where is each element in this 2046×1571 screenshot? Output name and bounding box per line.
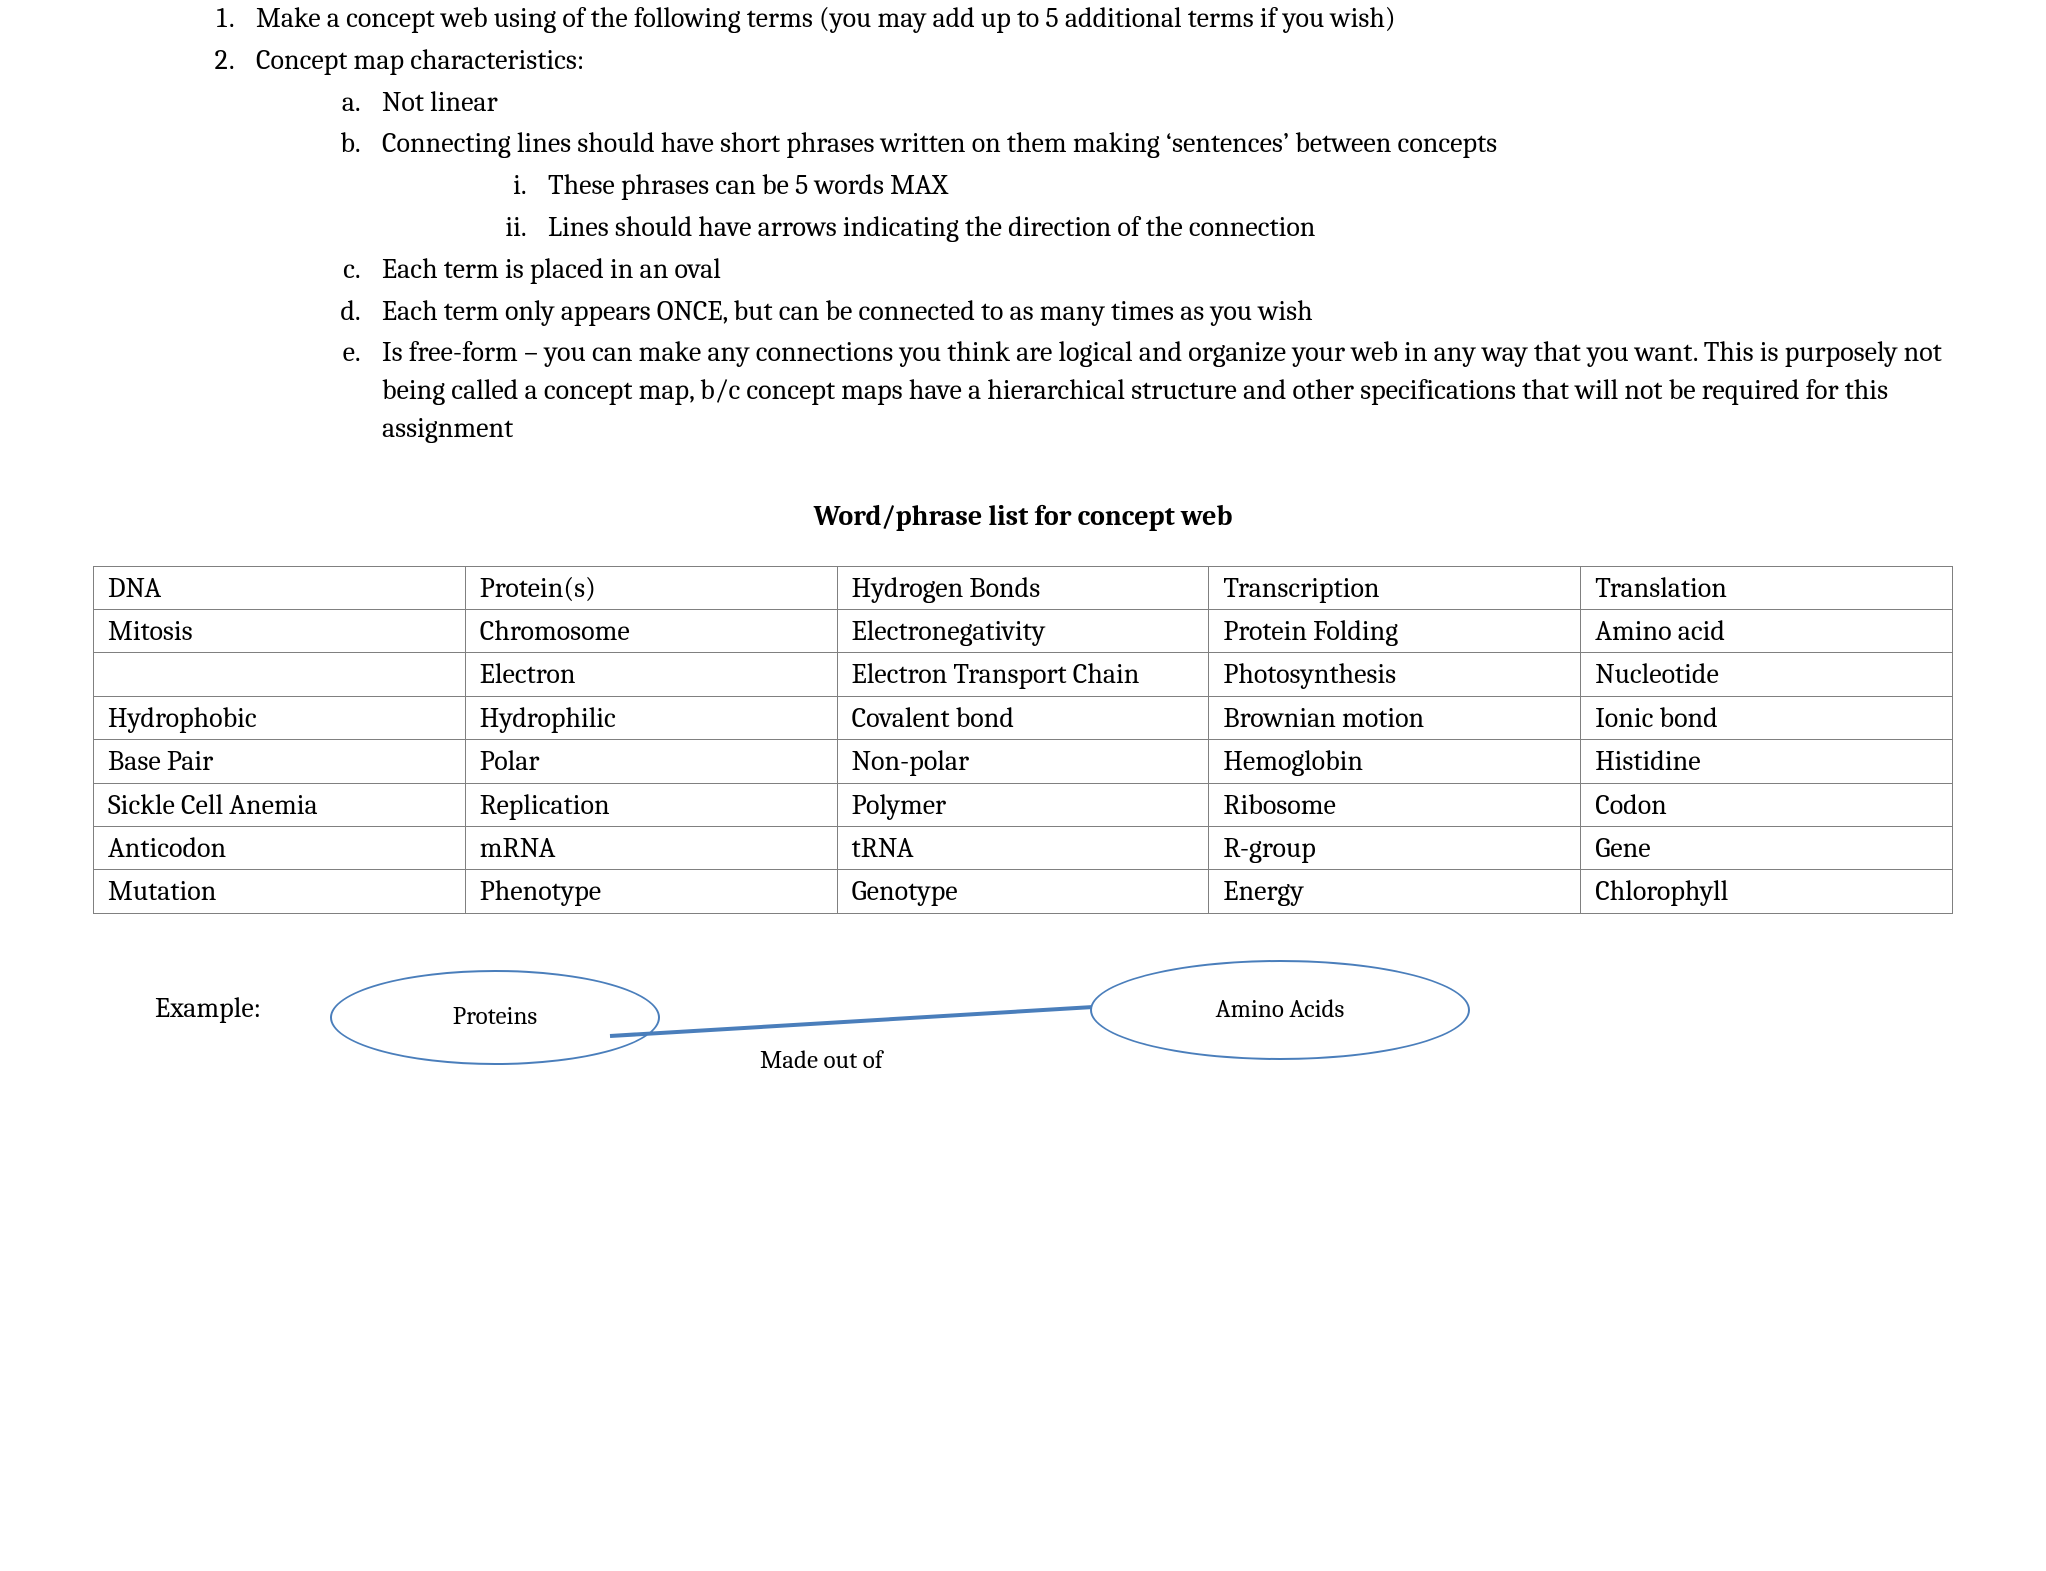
table-cell: Sickle Cell Anemia: [94, 783, 466, 826]
table-row: Hydrophobic Hydrophilic Covalent bond Br…: [94, 696, 1953, 739]
table-row: Mutation Phenotype Genotype Energy Chlor…: [94, 870, 1953, 913]
sub-e-text: Is free-form – you can make any connecti…: [382, 336, 1942, 444]
table-row: Anticodon mRNA tRNA R-group Gene: [94, 826, 1953, 869]
table-cell: Brownian motion: [1209, 696, 1581, 739]
table-cell: Anticodon: [94, 826, 466, 869]
table-cell: tRNA: [837, 826, 1209, 869]
concept-bubble-amino-acids: Amino Acids: [1090, 960, 1470, 1060]
sub-d: Each term only appears ONCE, but can be …: [366, 293, 2006, 331]
table-cell: Histidine: [1581, 740, 1953, 783]
table-cell: Chromosome: [465, 609, 837, 652]
table-cell: Chlorophyll: [1581, 870, 1953, 913]
table-cell: Electronegativity: [837, 609, 1209, 652]
concept-bubble-proteins-text: Proteins: [453, 1000, 537, 1034]
sub-b-text: Connecting lines should have short phras…: [382, 127, 1497, 159]
sub-a-text: Not linear: [382, 86, 498, 118]
table-cell: Hydrophilic: [465, 696, 837, 739]
table-row: Base Pair Polar Non-polar Hemoglobin His…: [94, 740, 1953, 783]
table-cell: Amino acid: [1581, 609, 1953, 652]
alpha-sublist: Not linear Connecting lines should have …: [256, 84, 2006, 448]
sub-b-ii-text: Lines should have arrows indicating the …: [548, 211, 1315, 243]
table-cell: Non-polar: [837, 740, 1209, 783]
sub-e: Is free-form – you can make any connecti…: [366, 334, 2006, 447]
table-cell: mRNA: [465, 826, 837, 869]
example-diagram: Example: Proteins Made out of Amino Acid…: [40, 944, 2006, 1144]
sub-b: Connecting lines should have short phras…: [366, 125, 2006, 246]
word-list-heading: Word/phrase list for concept web: [40, 498, 2006, 536]
table-cell: Ionic bond: [1581, 696, 1953, 739]
table-row: Mitosis Chromosome Electronegativity Pro…: [94, 609, 1953, 652]
sub-c: Each term is placed in an oval: [366, 251, 2006, 289]
table-row: Sickle Cell Anemia Replication Polymer R…: [94, 783, 1953, 826]
table-row: DNA Protein(s) Hydrogen Bonds Transcript…: [94, 566, 1953, 609]
table-cell: Covalent bond: [837, 696, 1209, 739]
table-cell: Codon: [1581, 783, 1953, 826]
table-cell: Nucleotide: [1581, 653, 1953, 696]
top-ordered-list: Make a concept web using of the followin…: [40, 0, 2006, 448]
sub-b-ii: Lines should have arrows indicating the …: [532, 209, 2006, 247]
table-cell: Electron Transport Chain: [837, 653, 1209, 696]
table-cell: Polymer: [837, 783, 1209, 826]
list-item-1-text: Make a concept web using of the followin…: [256, 2, 1396, 34]
sub-b-i: These phrases can be 5 words MAX: [532, 167, 2006, 205]
table-cell: Base Pair: [94, 740, 466, 783]
document-page: Make a concept web using of the followin…: [0, 0, 2046, 1184]
table-cell: Mitosis: [94, 609, 466, 652]
roman-sublist: These phrases can be 5 words MAX Lines s…: [382, 167, 2006, 247]
sub-d-text: Each term only appears ONCE, but can be …: [382, 295, 1313, 327]
table-cell: Photosynthesis: [1209, 653, 1581, 696]
table-cell: Replication: [465, 783, 837, 826]
concept-bubble-amino-acids-text: Amino Acids: [1216, 993, 1345, 1027]
table-cell: R-group: [1209, 826, 1581, 869]
table-cell: Ribosome: [1209, 783, 1581, 826]
table-cell: Energy: [1209, 870, 1581, 913]
example-label: Example:: [155, 990, 261, 1028]
table-cell: Phenotype: [465, 870, 837, 913]
list-item-2-text: Concept map characteristics:: [256, 44, 584, 76]
terms-table-body: DNA Protein(s) Hydrogen Bonds Transcript…: [94, 566, 1953, 913]
list-item-1: Make a concept web using of the followin…: [240, 0, 2006, 38]
table-cell: Electron: [465, 653, 837, 696]
table-cell: [94, 653, 466, 696]
table-cell: Hydrogen Bonds: [837, 566, 1209, 609]
arrow-caption: Made out of: [760, 1044, 883, 1078]
table-cell: Transcription: [1209, 566, 1581, 609]
table-cell: Polar: [465, 740, 837, 783]
table-cell: Hemoglobin: [1209, 740, 1581, 783]
table-cell: Genotype: [837, 870, 1209, 913]
list-item-2: Concept map characteristics: Not linear …: [240, 42, 2006, 448]
table-cell: Hydrophobic: [94, 696, 466, 739]
sub-a: Not linear: [366, 84, 2006, 122]
table-cell: Protein Folding: [1209, 609, 1581, 652]
table-cell: DNA: [94, 566, 466, 609]
sub-b-i-text: These phrases can be 5 words MAX: [548, 169, 948, 201]
terms-table: DNA Protein(s) Hydrogen Bonds Transcript…: [93, 566, 1953, 914]
sub-c-text: Each term is placed in an oval: [382, 253, 721, 285]
table-cell: Gene: [1581, 826, 1953, 869]
table-row: Electron Electron Transport Chain Photos…: [94, 653, 1953, 696]
table-cell: Mutation: [94, 870, 466, 913]
table-cell: Translation: [1581, 566, 1953, 609]
table-cell: Protein(s): [465, 566, 837, 609]
